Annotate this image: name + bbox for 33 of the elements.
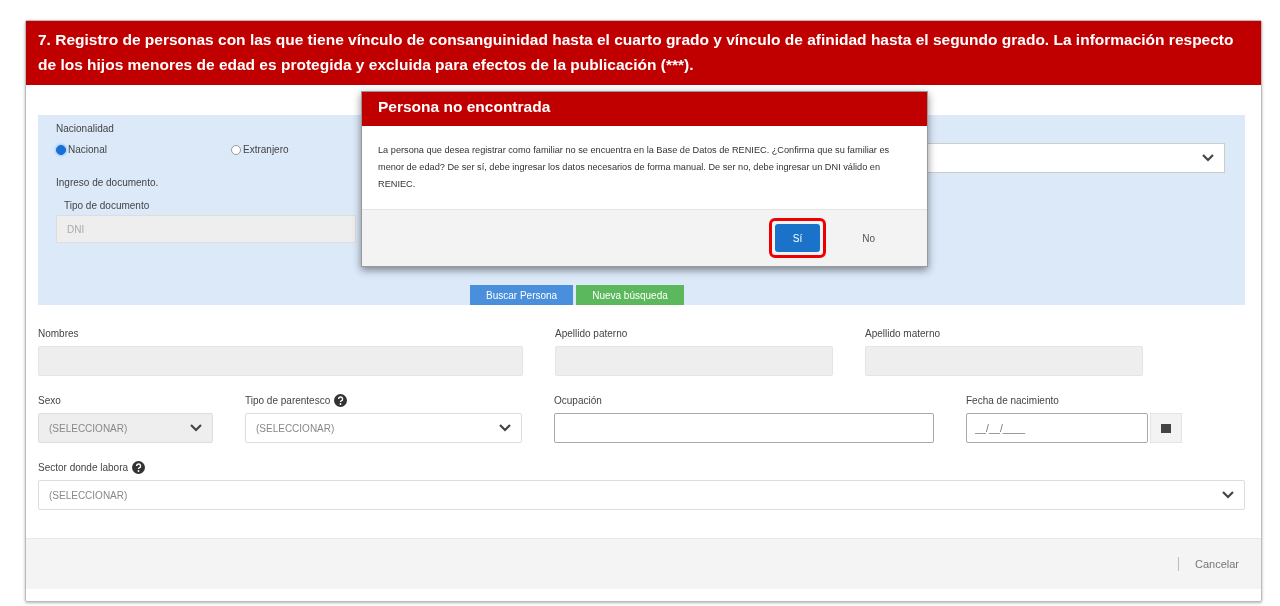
field-label: Sexo <box>38 395 61 406</box>
field-label: Ingreso de documento. <box>56 177 159 188</box>
dialog-message: La persona que desea registrar como familiar no se encuentra en la Base de Datos de RENIEC. ¿Confirma que su familiar es menor de edad? De ser sí, debe ingresar los datos necesarios de forma manual. De ser no, debe ingresar un DNI válido en RENIEC. <box>377 144 891 191</box>
field-label: Apellido paterno <box>555 328 628 339</box>
section-title: 7. Registro de personas con las que tiene vínculo de consanguinidad hasta el cuarto grado y vínculo de afinidad hasta el segundo grado. La información respecto de los hijos menores de edad es protegida y excluida para efectos de la publicación (***). <box>26 21 1261 85</box>
field-label: Nacionalidad <box>56 123 114 134</box>
chevron-down-icon <box>190 424 202 432</box>
help-icon <box>132 461 146 474</box>
dialog-button[interactable]: No <box>844 224 893 252</box>
radio-option[interactable]: Nacional <box>56 144 231 155</box>
field-label: Apellido materno <box>865 328 941 339</box>
date-field[interactable]: __/__/____ <box>966 413 1148 443</box>
calendar-button[interactable] <box>1150 413 1182 443</box>
chevron-down-icon <box>1222 491 1234 499</box>
chevron-down-icon <box>1202 154 1214 162</box>
field-label: Sector donde labora <box>38 462 129 473</box>
help-icon <box>334 394 348 407</box>
text-field[interactable] <box>554 413 934 443</box>
calendar-icon <box>1161 423 1171 433</box>
field-label: Fecha de nacimiento <box>966 395 1059 406</box>
field-label: Nombres <box>38 328 79 339</box>
select-field[interactable] <box>925 143 1225 173</box>
field-label: Tipo de documento <box>64 200 150 211</box>
field-label: Tipo de parentesco <box>245 395 331 406</box>
field-label: Ocupación <box>554 395 602 406</box>
select-field[interactable]: (SELECCIONAR) <box>38 480 1245 510</box>
dialog-title: Persona no encontrada <box>362 92 927 126</box>
search-button[interactable]: Buscar Persona <box>470 285 574 305</box>
dialog-button[interactable]: Sí <box>774 224 821 252</box>
select-field[interactable]: (SELECCIONAR) <box>245 413 522 443</box>
cancel-button[interactable]: Cancelar <box>1188 557 1245 571</box>
chevron-down-icon <box>499 424 511 432</box>
search-button[interactable]: Nueva búsqueda <box>576 285 684 305</box>
